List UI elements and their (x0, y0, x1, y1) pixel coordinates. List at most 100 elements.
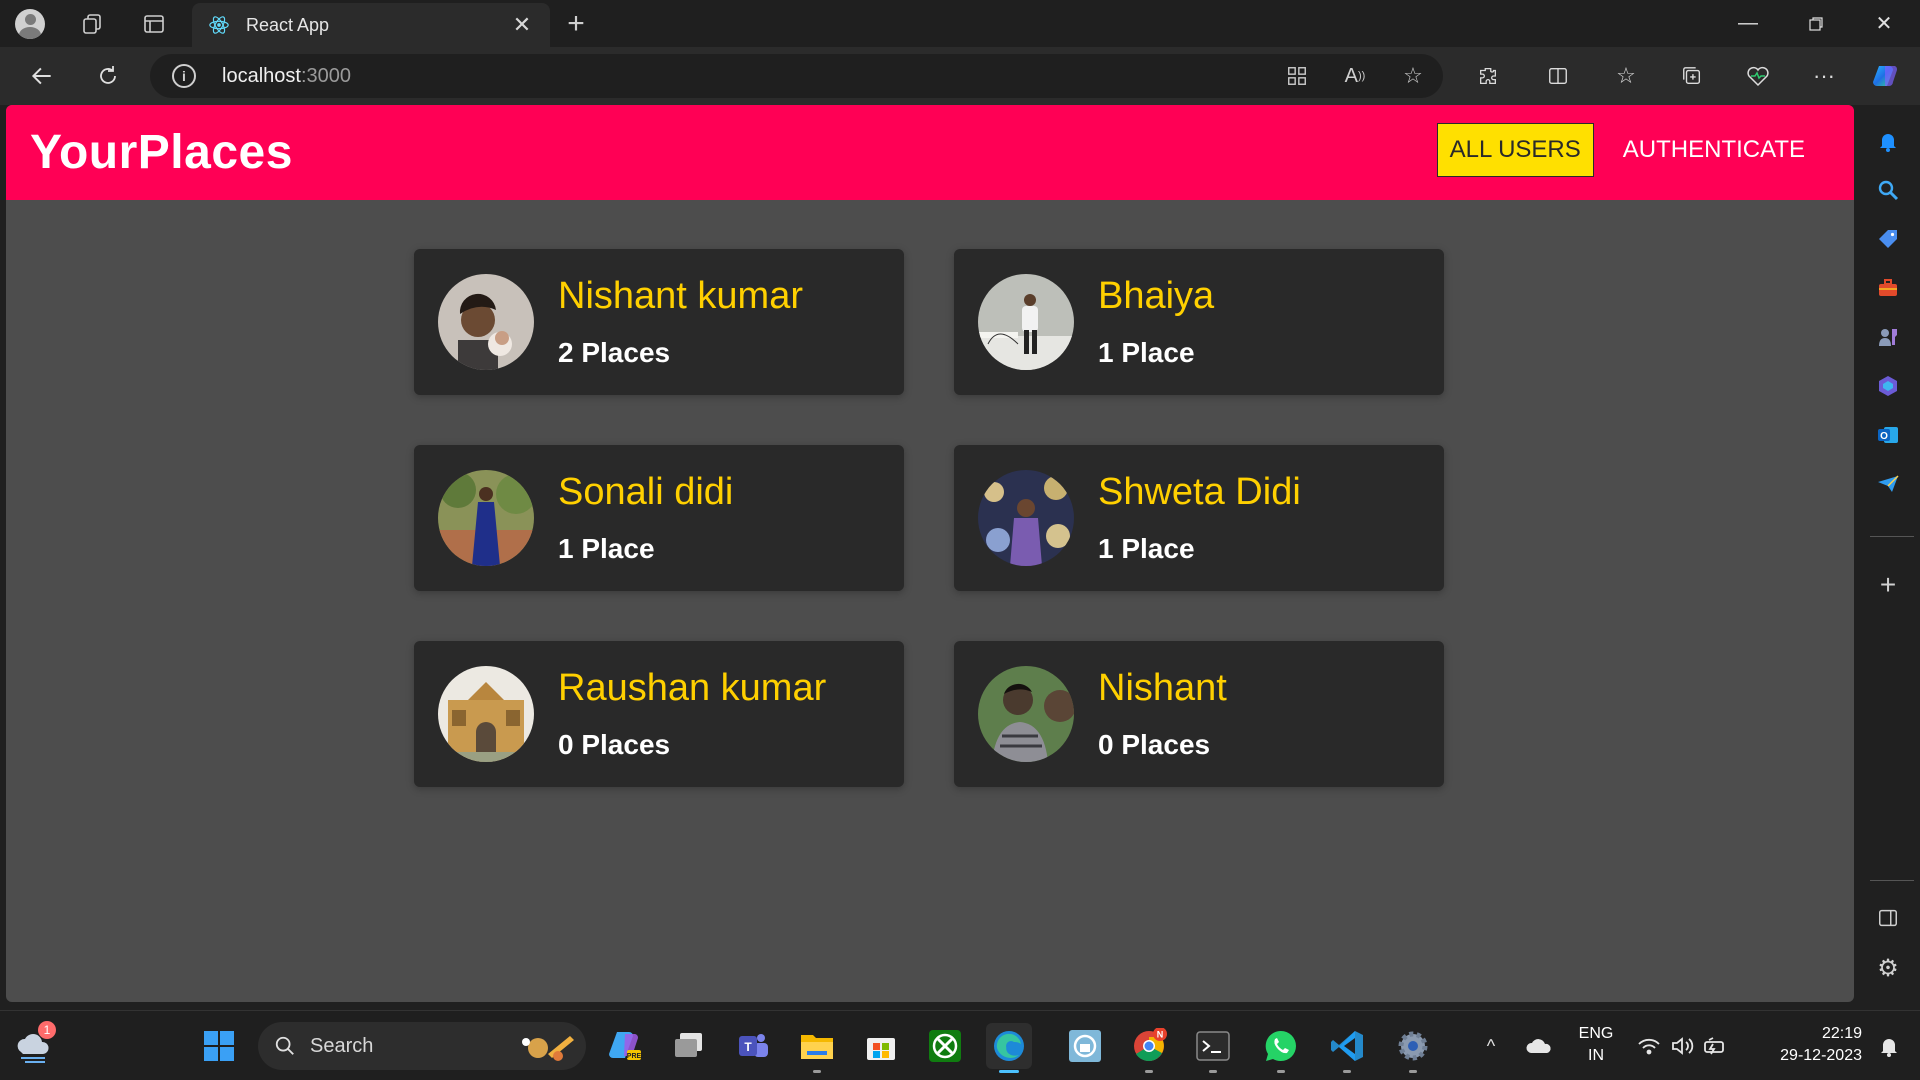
more-options-icon[interactable]: ··· (1804, 58, 1844, 94)
tools-briefcase-icon[interactable] (1870, 270, 1906, 306)
search-label: Search (310, 1034, 374, 1057)
weather-widget-icon[interactable]: 1 (10, 1021, 56, 1069)
user-name: Raushan kumar (558, 667, 827, 709)
user-place-count: 1 Place (1098, 533, 1195, 564)
browser-essentials-icon[interactable] (1738, 58, 1778, 94)
user-card[interactable]: Bhaiya 1 Place (954, 249, 1444, 395)
onedrive-cloud-icon[interactable] (1516, 1023, 1562, 1069)
site-info-icon[interactable]: i (172, 64, 196, 88)
sidebar-divider (1870, 880, 1914, 881)
svg-text:O: O (1880, 431, 1888, 442)
user-card[interactable]: Shweta Didi 1 Place (954, 445, 1444, 591)
clock[interactable]: 22:19 29-12-2023 (1752, 1023, 1862, 1067)
url-host: localhost (222, 64, 301, 87)
react-logo-icon (208, 14, 230, 36)
brand-logo[interactable]: YourPlaces (30, 125, 293, 180)
refresh-icon[interactable] (90, 58, 126, 94)
weather-badge: 1 (38, 1021, 56, 1039)
user-name: Nishant (1098, 667, 1227, 709)
workspaces-icon[interactable] (74, 6, 110, 42)
user-card[interactable]: Nishant 0 Places (954, 641, 1444, 787)
file-explorer-icon[interactable] (794, 1023, 840, 1073)
address-bar[interactable]: i localhost:3000 A)) ☆ (150, 54, 1443, 98)
shopping-tag-icon[interactable] (1870, 221, 1906, 257)
tab-actions-icon[interactable] (136, 6, 172, 42)
copilot-taskbar-icon[interactable]: PRE (602, 1023, 648, 1069)
hide-sidebar-icon[interactable] (1870, 900, 1906, 936)
nav-authenticate[interactable]: AUTHENTICATE (1610, 123, 1818, 177)
vscode-icon[interactable] (1324, 1023, 1370, 1073)
restore-button[interactable] (1782, 0, 1850, 47)
user-place-count: 0 Places (558, 729, 671, 760)
main-header: YourPlaces ALL USERS AUTHENTICATE (6, 105, 1854, 200)
page-viewport: YourPlaces ALL USERS AUTHENTICATE Nishan… (6, 105, 1854, 1002)
profile-icon[interactable] (12, 6, 48, 42)
remote-desktop-icon[interactable] (1062, 1023, 1108, 1069)
notifications-bell-icon[interactable] (1870, 123, 1906, 159)
taskbar-search[interactable]: Search (258, 1022, 586, 1070)
browser-toolbar: i localhost:3000 A)) ☆ ☆ ··· (0, 47, 1920, 105)
whatsapp-icon[interactable] (1258, 1023, 1304, 1073)
collections-icon[interactable] (1672, 58, 1712, 94)
copilot-icon[interactable] (1866, 58, 1906, 94)
favorite-star-icon[interactable]: ☆ (1395, 58, 1431, 94)
minimize-button[interactable]: — (1714, 0, 1782, 47)
extensions-icon[interactable] (1468, 58, 1508, 94)
sidebar-divider (1870, 536, 1914, 537)
split-screen-icon[interactable] (1538, 58, 1578, 94)
new-tab-icon[interactable]: + (558, 6, 594, 42)
user-avatar (438, 666, 534, 762)
svg-text:T: T (744, 1040, 752, 1054)
svg-text:PRE: PRE (627, 1053, 642, 1060)
user-name: Bhaiya (1098, 275, 1215, 317)
microsoft-store-icon[interactable] (858, 1023, 904, 1069)
clock-time: 22:19 (1821, 1025, 1862, 1042)
user-avatar (438, 274, 534, 370)
outlook-icon[interactable]: O (1870, 417, 1906, 453)
edge-browser-icon[interactable] (986, 1023, 1032, 1073)
chrome-icon[interactable]: N (1126, 1023, 1172, 1073)
user-name: Nishant kumar (558, 275, 803, 317)
user-card[interactable]: Nishant kumar 2 Places (414, 249, 904, 395)
teams-icon[interactable]: T (730, 1023, 776, 1069)
language-indicator[interactable]: ENG IN (1572, 1023, 1620, 1067)
system-tray-status[interactable] (1630, 1023, 1740, 1069)
user-avatar (978, 274, 1074, 370)
notification-bell-icon[interactable] (1866, 1023, 1912, 1069)
microsoft-365-icon[interactable] (1870, 368, 1906, 404)
back-arrow-icon[interactable] (24, 58, 60, 94)
send-paper-plane-icon[interactable] (1870, 466, 1906, 502)
user-name: Sonali didi (558, 471, 734, 513)
search-icon[interactable] (1870, 172, 1906, 208)
settings-app-icon[interactable] (1390, 1023, 1436, 1073)
user-card[interactable]: Raushan kumar 0 Places (414, 641, 904, 787)
search-icon (275, 1036, 294, 1055)
user-avatar (978, 666, 1074, 762)
start-windows-icon[interactable] (196, 1023, 242, 1069)
language-code: ENG (1578, 1025, 1614, 1042)
svg-text:N: N (1157, 1030, 1164, 1040)
apps-icon[interactable] (1279, 58, 1315, 94)
user-place-count: 1 Place (1098, 337, 1195, 368)
user-card[interactable]: Sonali didi 1 Place (414, 445, 904, 591)
url-port: :3000 (300, 64, 351, 87)
show-hidden-icons-chevron-icon[interactable]: ^ (1468, 1023, 1514, 1069)
games-icon[interactable] (1870, 319, 1906, 355)
close-window-button[interactable]: ✕ (1850, 0, 1918, 47)
tab-title: React App (246, 14, 330, 35)
tab-react-app[interactable]: React App ✕ (192, 3, 550, 47)
read-aloud-icon[interactable]: A)) (1337, 58, 1373, 94)
settings-gear-icon[interactable]: ⚙ (1870, 950, 1906, 986)
close-tab-icon[interactable]: ✕ (510, 12, 534, 38)
user-place-count: 1 Place (558, 533, 655, 564)
main-nav: ALL USERS AUTHENTICATE (1436, 123, 1818, 177)
task-view-icon[interactable] (666, 1023, 712, 1069)
nav-all-users[interactable]: ALL USERS (1436, 123, 1594, 177)
user-avatar (978, 470, 1074, 566)
user-avatar (438, 470, 534, 566)
favorites-icon[interactable]: ☆ (1606, 58, 1646, 94)
windows-taskbar: 1 Search PRE T N ^ ENG IN 22:19 29-12-20… (0, 1010, 1920, 1080)
xbox-icon[interactable] (922, 1023, 968, 1069)
terminal-icon[interactable] (1190, 1023, 1236, 1073)
add-plus-icon[interactable]: + (1870, 567, 1906, 603)
